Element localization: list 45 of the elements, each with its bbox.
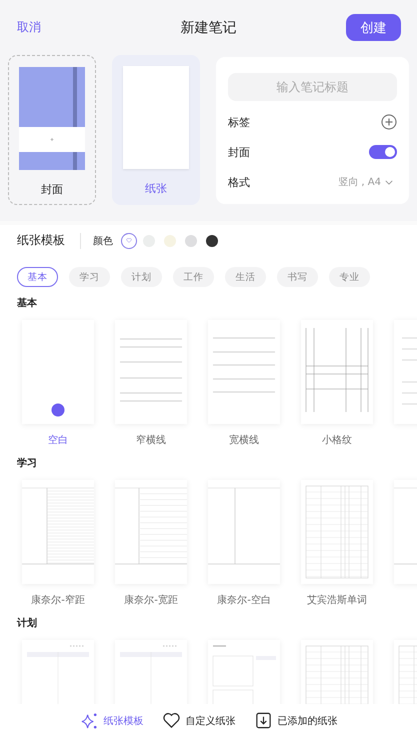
create-button[interactable]: 创建	[346, 14, 401, 41]
format-label: 格式	[228, 174, 250, 190]
bottom-tab[interactable]: 纸张模板	[80, 711, 144, 730]
category-tab[interactable]: 专业	[329, 267, 370, 287]
template-label: 艾宾浩斯单词	[307, 594, 367, 607]
cover-toggle[interactable]	[369, 145, 397, 159]
page-title: 新建笔记	[180, 18, 236, 36]
paper-label: 纸张	[145, 181, 167, 196]
add-icon[interactable]	[381, 114, 397, 130]
template-label: 窄横线	[136, 434, 166, 447]
template-label: 康奈尔-宽距	[124, 594, 178, 607]
category-tab[interactable]: 计划	[121, 267, 162, 287]
category-tab[interactable]: 工作	[173, 267, 214, 287]
title-input-field[interactable]: 输入笔记标题	[228, 73, 397, 101]
color-swatch[interactable]	[206, 234, 218, 246]
category-tab[interactable]: 书写	[277, 267, 318, 287]
bottom-tab[interactable]: 自定义纸张	[162, 711, 236, 730]
color-label: 颜色	[93, 234, 113, 248]
category-tab[interactable]: 基本	[17, 267, 58, 287]
tags-label: 标签	[228, 114, 250, 130]
cover-label: 封面	[41, 182, 63, 197]
format-dropdown[interactable]: 竖向 , A4	[338, 175, 397, 189]
color-swatch[interactable]	[164, 234, 176, 246]
template-label: 康奈尔-空白	[217, 594, 271, 607]
color-swatch[interactable]	[185, 234, 197, 246]
template-label: 空白	[48, 434, 68, 447]
cancel-link[interactable]: 取消	[17, 19, 41, 36]
paper-card[interactable]: 纸张	[112, 55, 200, 205]
download-icon	[254, 711, 272, 730]
category-tab[interactable]: 学习	[69, 267, 110, 287]
cover-setting-label: 封面	[228, 144, 250, 160]
section-heading: 纸张模板	[17, 232, 65, 249]
template-label: 小格纹	[322, 434, 352, 447]
template-label: 康奈尔-窄距	[31, 594, 85, 607]
heart-icon	[162, 711, 180, 730]
color-swatch[interactable]	[121, 232, 137, 248]
template-label: 宽横线	[229, 434, 259, 447]
bottom-tab[interactable]: 已添加的纸张	[254, 711, 338, 730]
category-tab[interactable]: 生活	[225, 267, 266, 287]
category-heading: 基本	[17, 296, 38, 310]
cover-card[interactable]: 封面	[8, 55, 96, 205]
category-heading: 学习	[17, 456, 38, 470]
sparkle-icon	[80, 711, 98, 730]
chevron-down-icon	[385, 180, 393, 184]
category-heading: 计划	[17, 616, 38, 630]
